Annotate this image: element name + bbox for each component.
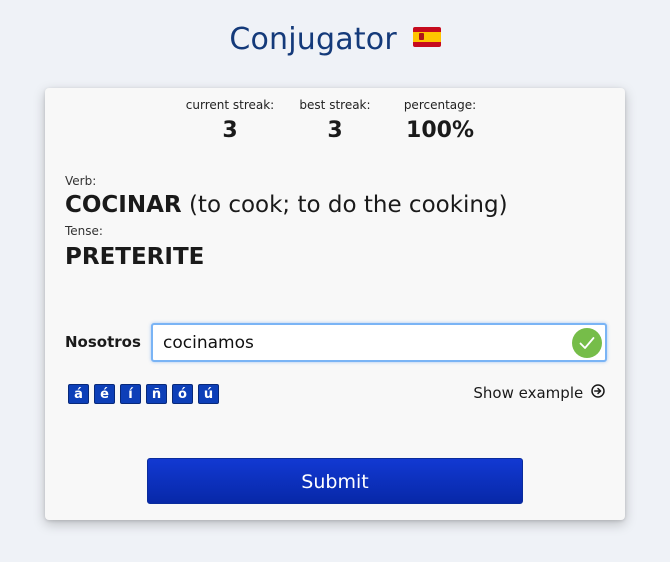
current-streak: current streak: 3 [170,98,290,143]
verb-translation: (to cook; to do the cooking) [188,192,508,218]
current-streak-label: current streak: [185,98,275,112]
accent-button-u[interactable]: ú [198,384,219,404]
accent-buttons: áéíñóú [68,383,224,404]
verb-label: Verb: [65,174,97,188]
app-title: Conjugator [0,22,670,57]
accent-button-n[interactable]: ñ [146,384,167,404]
check-circle-icon [572,328,602,358]
accent-button-o[interactable]: ó [172,384,193,404]
accent-button-a[interactable]: á [68,384,89,404]
pronoun-label: Nosotros [65,333,141,351]
spain-flag-icon [412,26,441,47]
best-streak-value: 3 [327,118,343,143]
submit-button[interactable]: Submit [147,458,523,504]
tense-label: Tense: [65,224,103,238]
verb-line: COCINAR (to cook; to do the cooking) [65,192,508,218]
answer-field [151,323,607,362]
verb-infinitive: COCINAR [65,192,182,218]
answer-input[interactable] [153,325,553,360]
percentage: percentage: 100% [380,98,500,143]
app-title-text: Conjugator [229,22,397,57]
accent-button-e[interactable]: é [94,384,115,404]
quiz-card: current streak: 3 best streak: 3 percent… [45,88,625,520]
tense-value: PRETERITE [65,244,205,270]
show-example-label: Show example [473,384,584,402]
percentage-label: percentage: [403,98,477,112]
circle-arrow-right-icon [591,383,605,402]
percentage-value: 100% [406,118,474,143]
current-streak-value: 3 [222,118,238,143]
best-streak-label: best streak: [299,98,371,112]
show-example-link[interactable]: Show example [473,383,605,403]
accent-button-i[interactable]: í [120,384,141,404]
best-streak: best streak: 3 [275,98,395,143]
